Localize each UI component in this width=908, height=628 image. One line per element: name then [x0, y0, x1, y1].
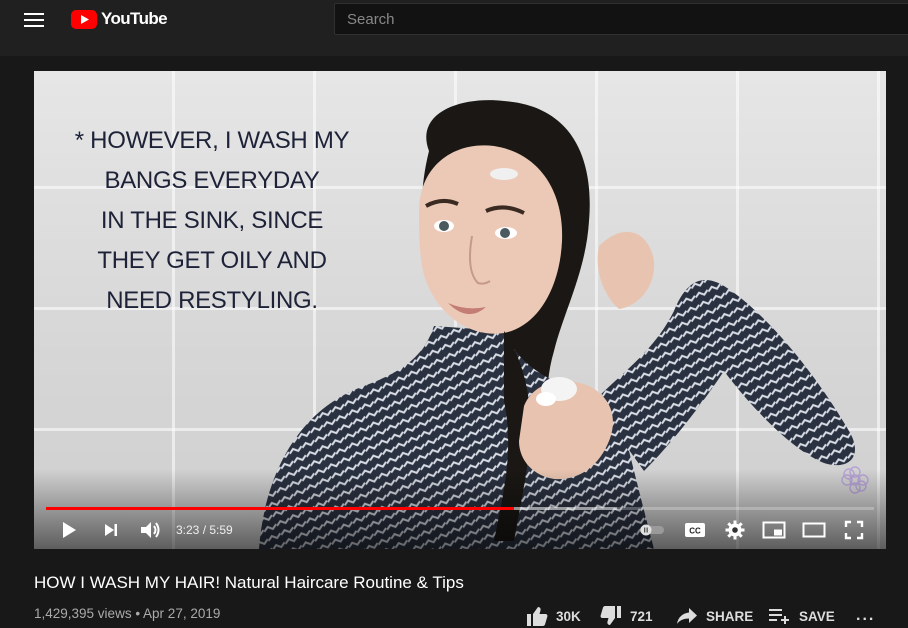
settings-gear-icon	[725, 520, 745, 540]
more-actions-button[interactable]: ...	[856, 604, 875, 628]
autoplay-toggle-icon	[640, 524, 664, 536]
like-count: 30K	[556, 608, 581, 624]
top-bar: YouTube	[0, 0, 908, 56]
play-icon	[63, 522, 76, 538]
search-box[interactable]	[334, 3, 908, 35]
hamburger-menu-icon[interactable]	[24, 10, 46, 28]
youtube-logo[interactable]: YouTube	[71, 8, 168, 30]
logo-text: YouTube	[101, 9, 168, 28]
caption-line: IN THE SINK, SINCE	[100, 207, 324, 234]
player-controls: 3:23 / 5:59 CC	[34, 511, 886, 549]
share-button[interactable]: SHARE	[676, 604, 753, 628]
progress-played	[46, 507, 514, 510]
caption-line: THEY GET OILY AND	[97, 247, 327, 274]
fullscreen-button[interactable]	[841, 518, 867, 542]
video-actions: 30K 721 SHARE SAVE ...	[0, 604, 908, 628]
svg-text:CC: CC	[689, 527, 701, 536]
volume-button[interactable]	[138, 518, 164, 542]
progress-bar[interactable]	[46, 507, 874, 510]
caption-line: * HOWEVER, I WASH MY	[74, 127, 350, 154]
miniplayer-button[interactable]	[761, 518, 787, 542]
play-button[interactable]	[56, 518, 82, 542]
miniplayer-icon	[762, 521, 786, 539]
save-label: SAVE	[799, 608, 835, 624]
video-title: HOW I WASH MY HAIR! Natural Haircare Rou…	[34, 573, 464, 592]
volume-icon	[141, 522, 160, 538]
theater-mode-button[interactable]	[801, 518, 827, 542]
settings-button[interactable]	[722, 518, 748, 542]
closed-captions-icon: CC	[685, 523, 705, 537]
save-button[interactable]: SAVE	[769, 604, 835, 628]
video-player[interactable]: * HOWEVER, I WASH MY BANGS EVERYDAY IN T…	[34, 71, 886, 549]
skip-next-icon	[105, 524, 117, 536]
caption-line: BANGS EVERYDAY	[104, 167, 320, 194]
share-label: SHARE	[706, 608, 754, 624]
more-actions-icon: ...	[856, 607, 876, 624]
youtube-play-logo-icon	[71, 9, 97, 29]
autoplay-toggle[interactable]	[637, 518, 667, 542]
next-button[interactable]	[98, 518, 124, 542]
thumbs-up-icon	[527, 607, 548, 626]
dislike-button[interactable]: 721	[600, 604, 653, 628]
search-input[interactable]	[347, 10, 908, 28]
captions-button[interactable]: CC	[682, 518, 708, 542]
share-arrow-icon	[677, 608, 697, 624]
time-display: 3:23 / 5:59	[176, 523, 233, 537]
theater-mode-icon	[802, 522, 826, 538]
dislike-count: 721	[630, 608, 653, 624]
thumbs-down-icon	[600, 606, 621, 625]
playlist-add-icon	[769, 609, 789, 624]
video-caption-overlay: * HOWEVER, I WASH MY BANGS EVERYDAY IN T…	[62, 121, 362, 321]
caption-line: NEED RESTYLING.	[106, 287, 318, 314]
fullscreen-icon	[844, 520, 864, 540]
like-button[interactable]: 30K	[526, 604, 581, 628]
